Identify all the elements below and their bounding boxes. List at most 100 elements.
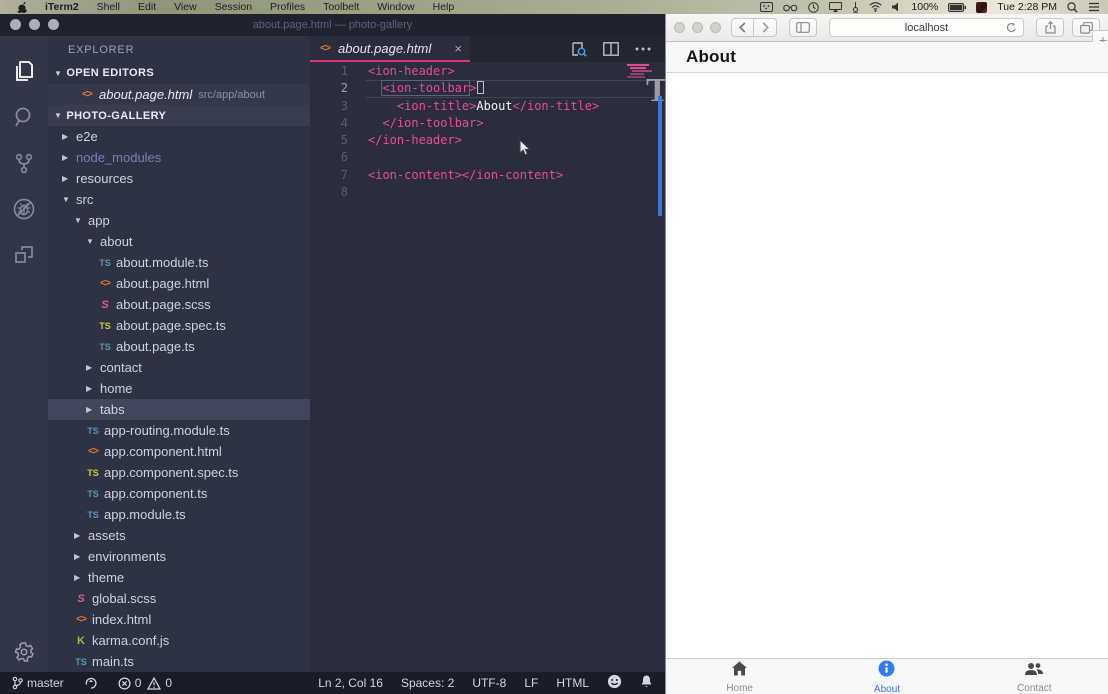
code-line-7[interactable]: <ion-content></ion-content>	[368, 167, 665, 184]
tree-file-app.component.ts[interactable]: TSapp.component.ts	[48, 483, 310, 504]
tree-folder-src[interactable]: ▼src	[48, 189, 310, 210]
tree-file-about.page.ts[interactable]: TSabout.page.ts	[48, 336, 310, 357]
share-button[interactable]	[1036, 18, 1064, 37]
tree-folder-node_modules[interactable]: ▶node_modules	[48, 147, 310, 168]
sync-changes-button[interactable]	[84, 676, 98, 690]
tree-file-karma.conf.js[interactable]: Kkarma.conf.js	[48, 630, 310, 651]
more-actions-icon[interactable]	[635, 47, 651, 51]
code-line-1[interactable]: <ion-header>	[368, 63, 665, 80]
menubar-app-icon[interactable]	[976, 2, 987, 13]
back-button[interactable]	[731, 18, 754, 37]
tree-file-about.module.ts[interactable]: TSabout.module.ts	[48, 252, 310, 273]
split-editor-icon[interactable]	[603, 42, 619, 56]
tree-folder-contact[interactable]: ▶contact	[48, 357, 310, 378]
debug-icon[interactable]	[0, 186, 48, 232]
eol-indicator[interactable]: LF	[524, 676, 538, 690]
tree-folder-resources[interactable]: ▶resources	[48, 168, 310, 189]
project-section-header[interactable]: ▼ PHOTO-GALLERY	[48, 105, 310, 126]
code-line-3[interactable]: <ion-title>About</ion-title>	[368, 98, 665, 115]
code-line-6[interactable]	[368, 149, 665, 166]
menubar-item-help[interactable]: Help	[424, 0, 464, 14]
indentation-indicator[interactable]: Spaces: 2	[401, 676, 454, 690]
airplay-icon[interactable]	[829, 2, 842, 12]
tree-file-about.page.scss[interactable]: Sabout.page.scss	[48, 294, 310, 315]
extensions-icon[interactable]	[0, 232, 48, 278]
menubar-item-edit[interactable]: Edit	[129, 0, 165, 14]
tree-file-app.module.ts[interactable]: TSapp.module.ts	[48, 504, 310, 525]
git-branch-indicator[interactable]: master	[12, 676, 64, 690]
apple-menu-icon[interactable]	[8, 2, 36, 13]
tree-file-app.component.html[interactable]: <>app.component.html	[48, 441, 310, 462]
volume-icon[interactable]	[892, 2, 901, 12]
code-line-5[interactable]: </ion-header>	[368, 132, 665, 149]
editor-tab-about-page-html[interactable]: <> about.page.html ×	[310, 36, 470, 62]
tree-file-main.ts[interactable]: TSmain.ts	[48, 651, 310, 672]
forward-button[interactable]	[754, 18, 777, 37]
minimize-window-button[interactable]	[29, 19, 40, 30]
settings-gear-icon[interactable]	[0, 640, 48, 664]
tab-home[interactable]: Home	[666, 659, 813, 694]
tree-file-about.page.html[interactable]: <>about.page.html	[48, 273, 310, 294]
cursor-position-indicator[interactable]: Ln 2, Col 16	[318, 676, 383, 690]
tab-about[interactable]: About	[813, 659, 960, 694]
screen-capture-icon[interactable]	[760, 2, 773, 12]
tab-contact[interactable]: Contact	[961, 659, 1108, 694]
minimize-window-button[interactable]	[692, 22, 703, 33]
close-tab-icon[interactable]: ×	[454, 41, 462, 56]
tree-file-app.component.spec.ts[interactable]: TSapp.component.spec.ts	[48, 462, 310, 483]
dongle-icon[interactable]	[852, 2, 859, 13]
encoding-indicator[interactable]: UTF-8	[472, 676, 506, 690]
code-line-2[interactable]: <ion-toolbar>	[368, 80, 665, 97]
tree-folder-e2e[interactable]: ▶e2e	[48, 126, 310, 147]
tree-folder-assets[interactable]: ▶assets	[48, 525, 310, 546]
notifications-bell-icon[interactable]	[640, 674, 653, 692]
menubar-item-toolbelt[interactable]: Toolbelt	[314, 0, 368, 14]
tree-folder-about[interactable]: ▼about	[48, 231, 310, 252]
close-window-button[interactable]	[674, 22, 685, 33]
code-line-8[interactable]	[368, 184, 665, 201]
glasses-icon[interactable]	[783, 3, 798, 12]
tree-folder-environments[interactable]: ▶environments	[48, 546, 310, 567]
menubar-item-session[interactable]: Session	[206, 0, 261, 14]
warnings-indicator[interactable]: 0	[147, 676, 172, 690]
text-cursor	[477, 81, 484, 94]
menubar-item-profiles[interactable]: Profiles	[261, 0, 314, 14]
address-bar[interactable]: localhost	[829, 18, 1024, 37]
open-preview-icon[interactable]	[571, 41, 587, 57]
scrollbar-decoration[interactable]	[658, 96, 662, 216]
tree-folder-tabs[interactable]: ▶tabs	[48, 399, 310, 420]
zoom-window-button[interactable]	[48, 19, 59, 30]
open-editor-item[interactable]: <> about.page.html src/app/about	[48, 84, 310, 105]
language-mode-indicator[interactable]: HTML	[556, 676, 589, 690]
vscode-titlebar[interactable]: about.page.html — photo-gallery	[0, 14, 665, 36]
tree-file-index.html[interactable]: <>index.html	[48, 609, 310, 630]
menubar-item-shell[interactable]: Shell	[88, 0, 129, 14]
menubar-app-name[interactable]: iTerm2	[36, 0, 88, 14]
code-editor[interactable]: 12345678 <ion-header> <ion-toolbar> <ion…	[310, 62, 665, 672]
sidebar-toggle-button[interactable]	[789, 18, 817, 37]
feedback-smiley-icon[interactable]	[607, 674, 622, 692]
wifi-icon[interactable]	[869, 2, 882, 12]
notification-center-icon[interactable]	[1088, 2, 1100, 12]
menubar-item-window[interactable]: Window	[368, 0, 423, 14]
spotlight-icon[interactable]	[1067, 2, 1078, 13]
tree-file-about.page.spec.ts[interactable]: TSabout.page.spec.ts	[48, 315, 310, 336]
reload-icon[interactable]	[1006, 22, 1017, 37]
clock-icon[interactable]	[808, 2, 819, 13]
open-editors-section-header[interactable]: ▼ OPEN EDITORS	[48, 62, 310, 84]
tree-file-global.scss[interactable]: Sglobal.scss	[48, 588, 310, 609]
menubar-clock[interactable]: Tue 2:28 PM	[997, 1, 1057, 13]
search-icon[interactable]	[0, 94, 48, 140]
zoom-window-button[interactable]	[710, 22, 721, 33]
menubar-item-view[interactable]: View	[165, 0, 206, 14]
source-control-icon[interactable]	[0, 140, 48, 186]
tree-folder-home[interactable]: ▶home	[48, 378, 310, 399]
explorer-icon[interactable]	[0, 48, 48, 94]
tree-folder-app[interactable]: ▼app	[48, 210, 310, 231]
tree-folder-theme[interactable]: ▶theme	[48, 567, 310, 588]
battery-icon[interactable]	[948, 3, 966, 12]
code-line-4[interactable]: </ion-toolbar>	[368, 115, 665, 132]
tree-file-app-routing.module.ts[interactable]: TSapp-routing.module.ts	[48, 420, 310, 441]
errors-indicator[interactable]: 0	[118, 676, 142, 690]
close-window-button[interactable]	[10, 19, 21, 30]
